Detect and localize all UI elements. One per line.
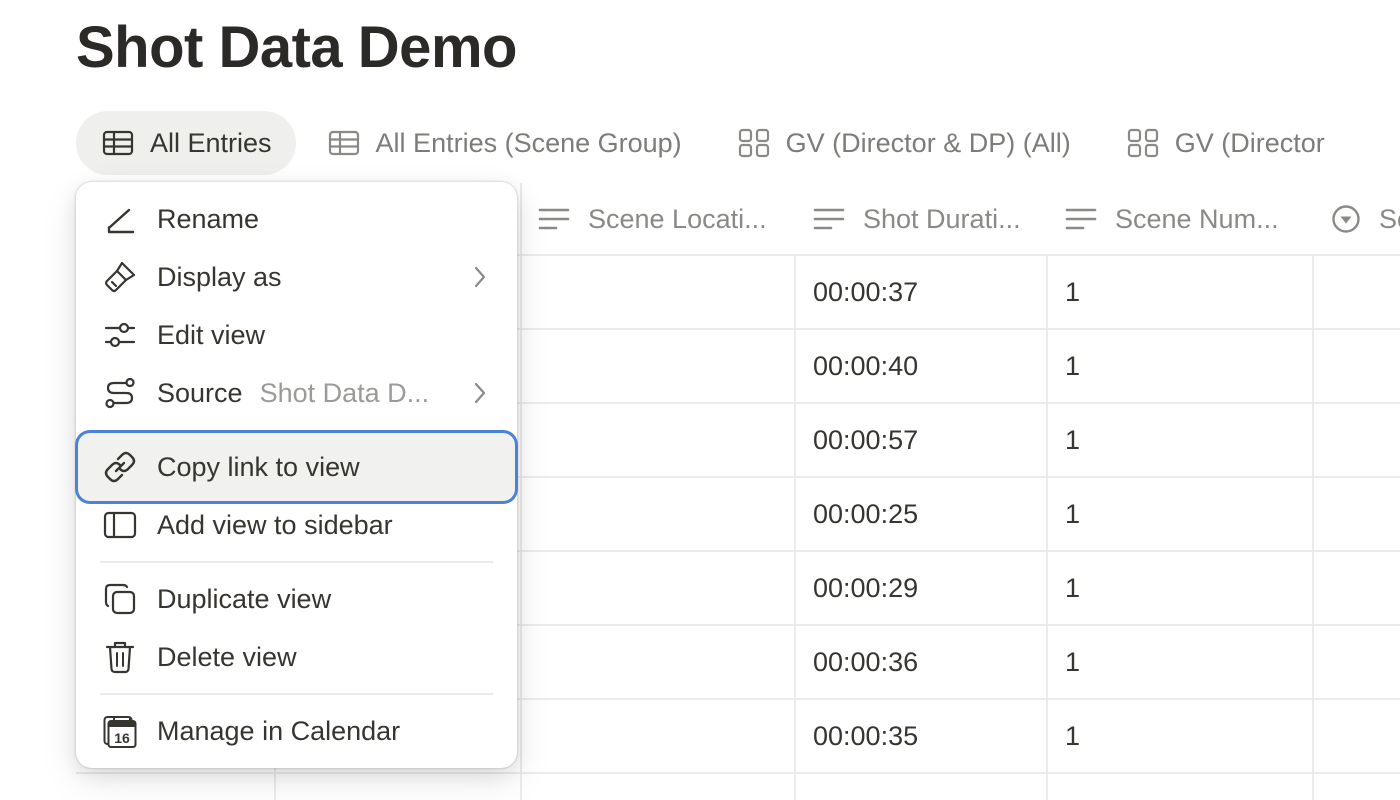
menu-item-copy-link[interactable]: Copy link to view [78, 433, 515, 501]
menu-item-display-as[interactable]: Display as [76, 248, 517, 306]
cell-shot-duration[interactable]: 00:00:35 [813, 700, 918, 772]
source-icon [102, 375, 138, 411]
column-divider [1046, 255, 1048, 800]
menu-item-label: Rename [157, 203, 260, 234]
link-icon [102, 449, 138, 485]
cell-shot-duration[interactable]: 00:00:57 [813, 404, 918, 476]
menu-item-label: Copy link to view [157, 451, 360, 482]
cell-shot-duration[interactable]: 00:00:29 [813, 552, 918, 624]
tab-all-entries[interactable]: All Entries [76, 111, 296, 175]
cell-shot-duration[interactable]: 00:00:36 [813, 626, 918, 698]
tab-label: GV (Director [1174, 127, 1325, 158]
cell-shot-duration[interactable]: 00:00:25 [813, 478, 918, 550]
column-header-shot-duration[interactable]: Shot Durati... [813, 183, 1021, 255]
column-header-scene-number[interactable]: Scene Num... [1065, 183, 1279, 255]
gallery-icon [738, 128, 769, 158]
column-header-label: Sc [1379, 203, 1400, 234]
menu-item-delete-view[interactable]: Delete view [76, 628, 517, 686]
tab-gv-director[interactable]: GV (Director [1101, 111, 1349, 175]
column-header-label: Scene Locati... [588, 203, 767, 234]
column-divider [520, 183, 522, 800]
menu-item-label: Source [157, 377, 243, 408]
tab-all-entries-scene-group[interactable]: All Entries (Scene Group) [302, 111, 706, 175]
page: Shot Data Demo All Entries All Entries (… [0, 0, 1400, 800]
menu-divider [100, 561, 493, 563]
menu-item-label: Display as [157, 261, 282, 292]
chevron-right-icon [474, 266, 486, 288]
tab-label: All Entries (Scene Group) [375, 127, 682, 158]
text-property-icon [1065, 208, 1097, 230]
tab-label: GV (Director & DP) (All) [785, 127, 1071, 158]
table-icon [328, 130, 359, 156]
menu-item-label: Add view to sidebar [157, 509, 393, 540]
chevron-right-icon [474, 382, 486, 404]
calendar-icon: 16 [102, 713, 138, 749]
menu-item-label: Delete view [157, 641, 297, 672]
calendar-day: 16 [114, 730, 130, 746]
gallery-icon [1127, 128, 1158, 158]
menu-item-manage-calendar[interactable]: 16 Manage in Calendar [76, 702, 517, 760]
menu-item-label: Edit view [157, 319, 266, 350]
view-context-menu: Rename Display as Edit view Source Shot … [76, 182, 517, 768]
column-header-label: Scene Num... [1115, 203, 1279, 234]
menu-item-label: Duplicate view [157, 583, 332, 614]
menu-item-add-to-sidebar[interactable]: Add view to sidebar [76, 496, 517, 554]
menu-item-edit-view[interactable]: Edit view [76, 306, 517, 364]
cell-scene-number[interactable]: 1 [1065, 404, 1080, 476]
duplicate-icon [102, 581, 138, 617]
column-divider [1312, 255, 1314, 800]
text-property-icon [813, 208, 845, 230]
page-title: Shot Data Demo [76, 15, 517, 80]
menu-item-rename[interactable]: Rename [76, 190, 517, 248]
column-header-status[interactable]: Sc [1331, 183, 1400, 255]
tab-gv-director-dp-all[interactable]: GV (Director & DP) (All) [712, 111, 1095, 175]
tab-label: All Entries [150, 127, 272, 158]
source-name: Shot Data D... [259, 377, 430, 408]
cell-scene-number[interactable]: 1 [1065, 552, 1080, 624]
sidebar-icon [102, 507, 138, 543]
paintbrush-icon [102, 259, 138, 295]
column-header-scene-location[interactable]: Scene Locati... [538, 183, 767, 255]
cell-scene-number[interactable]: 1 [1065, 478, 1080, 550]
status-property-icon [1332, 205, 1360, 233]
cell-shot-duration[interactable]: 00:00:40 [813, 330, 918, 402]
cell-scene-number[interactable]: 1 [1065, 256, 1080, 328]
menu-item-duplicate-view[interactable]: Duplicate view [76, 570, 517, 628]
cell-shot-duration[interactable]: 00:00:37 [813, 256, 918, 328]
menu-item-label: Manage in Calendar [157, 715, 401, 746]
cell-scene-number[interactable]: 1 [1065, 700, 1080, 772]
column-header-label: Shot Durati... [863, 203, 1021, 234]
view-tabs: All Entries All Entries (Scene Group) GV… [76, 111, 1355, 175]
table-icon [102, 130, 134, 156]
trash-icon [102, 639, 138, 675]
text-property-icon [538, 208, 570, 230]
column-divider [794, 255, 796, 800]
cell-scene-number[interactable]: 1 [1065, 330, 1080, 402]
cell-scene-number[interactable]: 1 [1065, 626, 1080, 698]
sliders-icon [102, 317, 138, 353]
pencil-icon [102, 201, 138, 237]
menu-divider [100, 693, 493, 695]
menu-item-source[interactable]: Source Shot Data D... [76, 364, 517, 422]
